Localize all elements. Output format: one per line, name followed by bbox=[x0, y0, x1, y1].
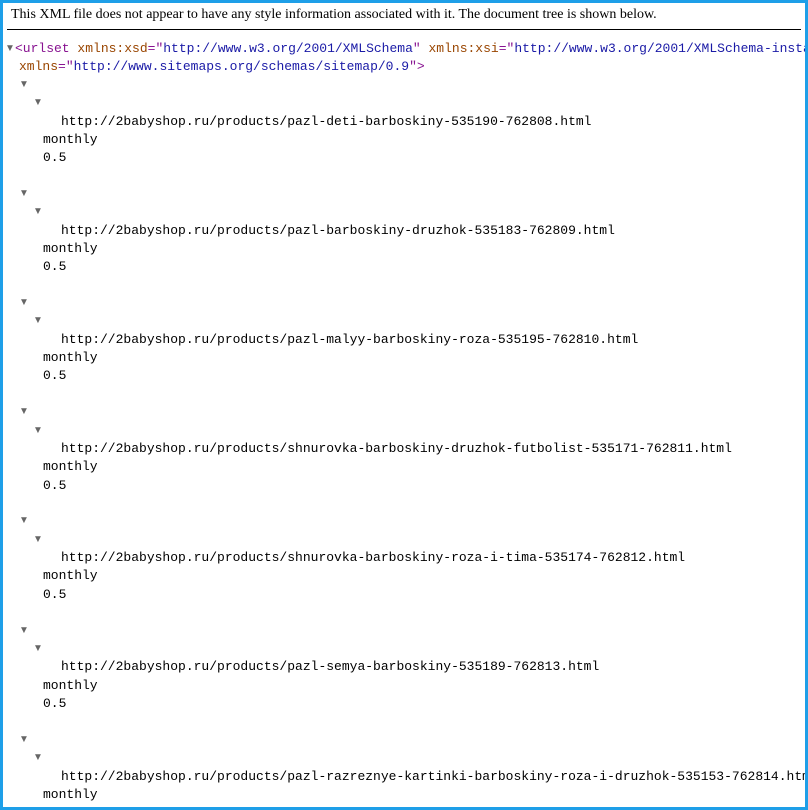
url-value: http://2babyshop.ru/products/pazl-semya-… bbox=[61, 659, 599, 674]
collapse-toggle-icon[interactable]: ▼ bbox=[33, 751, 43, 765]
changefreq-value: monthly bbox=[43, 459, 98, 474]
url-open: ▼ bbox=[5, 186, 805, 204]
priority-line: 0.5 bbox=[5, 258, 805, 276]
collapse-toggle-icon[interactable]: ▼ bbox=[19, 296, 29, 310]
changefreq-value: monthly bbox=[43, 350, 98, 365]
url-close bbox=[5, 276, 805, 294]
priority-value: 0.5 bbox=[43, 368, 66, 383]
changefreq-line: monthly bbox=[5, 567, 805, 585]
equals: =" bbox=[58, 59, 74, 74]
priority-line: 0.5 bbox=[5, 477, 805, 495]
priority-line: 0.5 bbox=[5, 804, 805, 810]
changefreq-value: monthly bbox=[43, 568, 98, 583]
attr-name: xmlns:xsd bbox=[77, 41, 147, 56]
loc-open: ▼ bbox=[5, 313, 805, 331]
changefreq-line: monthly bbox=[5, 458, 805, 476]
xml-tree: ▼<urlset xmlns:xsd="http://www.w3.org/20… bbox=[3, 40, 805, 810]
changefreq-line: monthly bbox=[5, 786, 805, 804]
loc-open: ▼ bbox=[5, 204, 805, 222]
changefreq-line: monthly bbox=[5, 349, 805, 367]
equals: =" bbox=[148, 41, 164, 56]
quote: " bbox=[413, 41, 429, 56]
loc-text: http://2babyshop.ru/products/shnurovka-b… bbox=[5, 440, 805, 458]
collapse-toggle-icon[interactable]: ▼ bbox=[33, 205, 43, 219]
viewport-frame: This XML file does not appear to have an… bbox=[0, 0, 808, 810]
attr-name: xmlns:xsi bbox=[429, 41, 499, 56]
url-close bbox=[5, 604, 805, 622]
loc-open: ▼ bbox=[5, 531, 805, 549]
urlset-open-line-2: xmlns="http://www.sitemaps.org/schemas/s… bbox=[5, 58, 805, 76]
collapse-toggle-icon[interactable]: ▼ bbox=[33, 96, 43, 110]
collapse-toggle-icon[interactable]: ▼ bbox=[33, 642, 43, 656]
changefreq-line: monthly bbox=[5, 131, 805, 149]
url-value: http://2babyshop.ru/products/pazl-razrez… bbox=[61, 769, 808, 784]
priority-value: 0.5 bbox=[43, 150, 66, 165]
priority-value: 0.5 bbox=[43, 478, 66, 493]
attr-value: http://www.sitemaps.org/schemas/sitemap/… bbox=[74, 59, 409, 74]
loc-text: http://2babyshop.ru/products/pazl-razrez… bbox=[5, 768, 805, 786]
priority-value: 0.5 bbox=[43, 259, 66, 274]
collapse-toggle-icon[interactable]: ▼ bbox=[19, 514, 29, 528]
priority-line: 0.5 bbox=[5, 695, 805, 713]
collapse-toggle-icon[interactable]: ▼ bbox=[33, 424, 43, 438]
url-value: http://2babyshop.ru/products/pazl-malyy-… bbox=[61, 332, 638, 347]
loc-open: ▼ bbox=[5, 749, 805, 767]
url-close bbox=[5, 386, 805, 404]
url-value: http://2babyshop.ru/products/shnurovka-b… bbox=[61, 550, 685, 565]
priority-value: 0.5 bbox=[43, 696, 66, 711]
attr-value: http://www.w3.org/2001/XMLSchema-instanc… bbox=[514, 41, 808, 56]
priority-value: 0.5 bbox=[43, 587, 66, 602]
url-open: ▼ bbox=[5, 622, 805, 640]
url-value: http://2babyshop.ru/products/shnurovka-b… bbox=[61, 441, 732, 456]
entries-container: ▼ ▼ http://2babyshop.ru/products/pazl-deti… bbox=[5, 76, 805, 810]
url-open: ▼ bbox=[5, 731, 805, 749]
url-close bbox=[5, 495, 805, 513]
url-value: http://2babyshop.ru/products/pazl-deti-b… bbox=[61, 114, 592, 129]
priority-line: 0.5 bbox=[5, 586, 805, 604]
no-style-message: This XML file does not appear to have an… bbox=[7, 3, 801, 30]
quote-close: " bbox=[409, 59, 417, 74]
changefreq-line: monthly bbox=[5, 677, 805, 695]
loc-open: ▼ bbox=[5, 95, 805, 113]
changefreq-value: monthly bbox=[43, 132, 98, 147]
url-open: ▼ bbox=[5, 404, 805, 422]
changefreq-value: monthly bbox=[43, 241, 98, 256]
priority-line: 0.5 bbox=[5, 367, 805, 385]
changefreq-value: monthly bbox=[43, 787, 98, 802]
loc-text: http://2babyshop.ru/products/shnurovka-b… bbox=[5, 549, 805, 567]
collapse-toggle-icon[interactable]: ▼ bbox=[19, 78, 29, 92]
url-value: http://2babyshop.ru/products/pazl-barbos… bbox=[61, 223, 615, 238]
collapse-toggle-icon[interactable]: ▼ bbox=[19, 624, 29, 638]
gt: > bbox=[417, 59, 425, 74]
collapse-toggle-icon[interactable]: ▼ bbox=[19, 405, 29, 419]
url-close bbox=[5, 167, 805, 185]
loc-text: http://2babyshop.ru/products/pazl-semya-… bbox=[5, 658, 805, 676]
changefreq-value: monthly bbox=[43, 678, 98, 693]
url-open: ▼ bbox=[5, 513, 805, 531]
loc-open: ▼ bbox=[5, 640, 805, 658]
urlset-tag: <urlset bbox=[15, 41, 77, 56]
changefreq-line: monthly bbox=[5, 240, 805, 258]
equals: =" bbox=[499, 41, 515, 56]
priority-value: 0.5 bbox=[43, 805, 66, 810]
loc-text: http://2babyshop.ru/products/pazl-barbos… bbox=[5, 222, 805, 240]
collapse-toggle-icon[interactable]: ▼ bbox=[5, 42, 15, 56]
collapse-toggle-icon[interactable]: ▼ bbox=[33, 314, 43, 328]
collapse-toggle-icon[interactable]: ▼ bbox=[19, 187, 29, 201]
collapse-toggle-icon[interactable]: ▼ bbox=[33, 533, 43, 547]
priority-line: 0.5 bbox=[5, 149, 805, 167]
urlset-open-line: ▼<urlset xmlns:xsd="http://www.w3.org/20… bbox=[5, 40, 805, 58]
loc-open: ▼ bbox=[5, 422, 805, 440]
collapse-toggle-icon[interactable]: ▼ bbox=[19, 733, 29, 747]
attr-name: xmlns bbox=[19, 59, 58, 74]
url-open: ▼ bbox=[5, 295, 805, 313]
loc-text: http://2babyshop.ru/products/pazl-malyy-… bbox=[5, 331, 805, 349]
url-open: ▼ bbox=[5, 76, 805, 94]
attr-value: http://www.w3.org/2001/XMLSchema bbox=[163, 41, 413, 56]
url-close bbox=[5, 713, 805, 731]
loc-text: http://2babyshop.ru/products/pazl-deti-b… bbox=[5, 113, 805, 131]
